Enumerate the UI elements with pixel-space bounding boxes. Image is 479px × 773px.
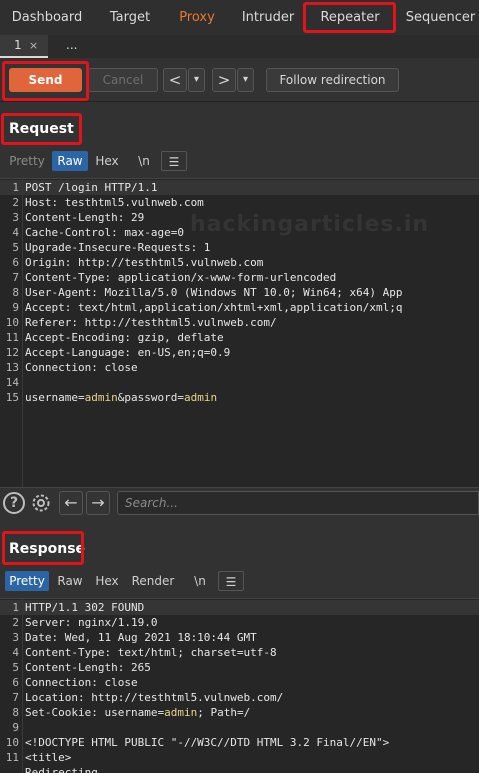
search-bar: ? ← → Search... [0, 487, 479, 519]
search-input[interactable]: Search... [117, 491, 479, 515]
cookie-value: admin [164, 706, 198, 719]
response-cookie-line: 8 Set-Cookie: username=admin; Path=/ [12, 706, 251, 719]
response-line: 10 <!DOCTYPE HTML PUBLIC "-//W3C//DTD HTM… [5, 736, 390, 749]
tab-proxy[interactable]: Proxy [172, 0, 222, 35]
cookie-key: username [104, 706, 158, 719]
request-tab-raw[interactable]: Raw [52, 151, 88, 171]
request-editor[interactable]: 1 POST /login HTTP/1.1 2 Host: testhtml5.v… [0, 178, 479, 488]
response-view-tabs: Pretty Raw Hex Render \n ☰ [0, 569, 479, 593]
request-line: 8 User-Agent: Mozilla/5.0 (Windows NT 10.… [12, 286, 403, 299]
response-tab-newline[interactable]: \n [187, 571, 213, 591]
param-username-value: admin [84, 391, 118, 404]
response-title: Response [9, 541, 86, 557]
subtab-new[interactable]: ... [66, 35, 86, 58]
request-line: 1 POST /login HTTP/1.1 [0, 180, 479, 195]
request-tab-hex[interactable]: Hex [91, 151, 123, 171]
request-tab-newline[interactable]: \n [131, 151, 157, 171]
response-line: 3 Date: Wed, 11 Aug 2021 18:10:44 GMT [12, 631, 257, 644]
response-line: 7 Location: http://testhtml5.vulnweb.com/ [12, 691, 284, 704]
response-line: 11 <title> [5, 751, 72, 764]
request-line: 12 Accept-Language: en-US,en;q=0.9 [5, 346, 231, 359]
tab-sequencer[interactable]: Sequencer [402, 0, 479, 35]
tab-intruder[interactable]: Intruder [238, 0, 298, 35]
response-tab-hex[interactable]: Hex [91, 571, 123, 591]
request-line: 5 Upgrade-Insecure-Requests: 1 [12, 241, 211, 254]
param-password-key: password [124, 391, 178, 404]
request-title: Request [9, 121, 74, 137]
response-line: 5 Content-Length: 265 [12, 661, 151, 674]
cancel-button[interactable]: Cancel [88, 68, 158, 92]
response-line: 2 Server: nginx/1.19.0 [12, 616, 158, 629]
tab-repeater[interactable]: Repeater [312, 0, 388, 35]
repeater-subtabs: 1 × ... [0, 35, 479, 59]
request-line: 2 Host: testhtml5.vulnweb.com [12, 196, 204, 209]
response-menu-icon[interactable]: ☰ [218, 571, 244, 591]
settings-icon[interactable] [29, 491, 53, 515]
subtab-1[interactable]: 1 × [0, 35, 48, 58]
param-password-value: admin [183, 391, 218, 404]
send-button[interactable]: Send [9, 68, 82, 92]
request-line: 4 Cache-Control: max-age=0 [12, 226, 184, 239]
history-forward-button[interactable]: > [212, 68, 236, 92]
history-back-dropdown[interactable]: ▾ [188, 68, 205, 92]
request-line: 14 [5, 376, 19, 389]
response-line: 1 HTTP/1.1 302 FOUND [0, 600, 479, 615]
history-back-button[interactable]: < [163, 68, 187, 92]
response-line: 9 [12, 721, 19, 734]
close-icon[interactable]: × [29, 35, 38, 56]
response-tab-render[interactable]: Render [128, 571, 178, 591]
request-line: 13 Connection: close [5, 361, 138, 374]
param-username-key: username [25, 391, 78, 404]
response-tab-raw[interactable]: Raw [53, 571, 87, 591]
response-line: 6 Connection: close [12, 676, 138, 689]
request-body-line: 15 username=admin&password=admin [5, 391, 218, 404]
search-next-button[interactable]: → [86, 491, 110, 515]
request-line: 11 Accept-Encoding: gzip, deflate [5, 331, 224, 344]
request-line: 3 Content-Length: 29 [12, 211, 145, 224]
request-line: 10 Referer: http://testhtml5.vulnweb.com/ [5, 316, 277, 329]
search-prev-button[interactable]: ← [59, 491, 83, 515]
tab-dashboard[interactable]: Dashboard [6, 0, 88, 35]
response-tab-pretty[interactable]: Pretty [5, 571, 49, 591]
response-line: 4 Content-Type: text/html; charset=utf-8 [12, 646, 277, 659]
request-line: 9 Accept: text/html,application/xhtml+xml… [12, 301, 403, 314]
tab-target[interactable]: Target [100, 0, 160, 35]
request-menu-icon[interactable]: ☰ [161, 151, 187, 171]
response-header: Response [0, 530, 479, 566]
request-line: 6 Origin: http://testhtml5.vulnweb.com [12, 256, 264, 269]
repeater-toolbar: Send Cancel < ▾ > ▾ Follow redirection [0, 58, 479, 102]
history-forward-dropdown[interactable]: ▾ [237, 68, 254, 92]
request-view-tabs: Pretty Raw Hex \n ☰ [0, 149, 479, 173]
follow-redirection-button[interactable]: Follow redirection [266, 68, 399, 92]
help-icon[interactable]: ? [3, 492, 25, 514]
request-header: Request [0, 113, 479, 147]
subtab-1-label: 1 [14, 38, 22, 52]
request-tab-pretty[interactable]: Pretty [5, 151, 49, 171]
top-nav: Dashboard Target Proxy Intruder Repeater… [0, 0, 479, 36]
response-editor[interactable]: 1 HTTP/1.1 302 FOUND 2 Server: nginx/1.19.… [0, 598, 479, 773]
request-line: 7 Content-Type: application/x-www-form-ur… [12, 271, 337, 284]
